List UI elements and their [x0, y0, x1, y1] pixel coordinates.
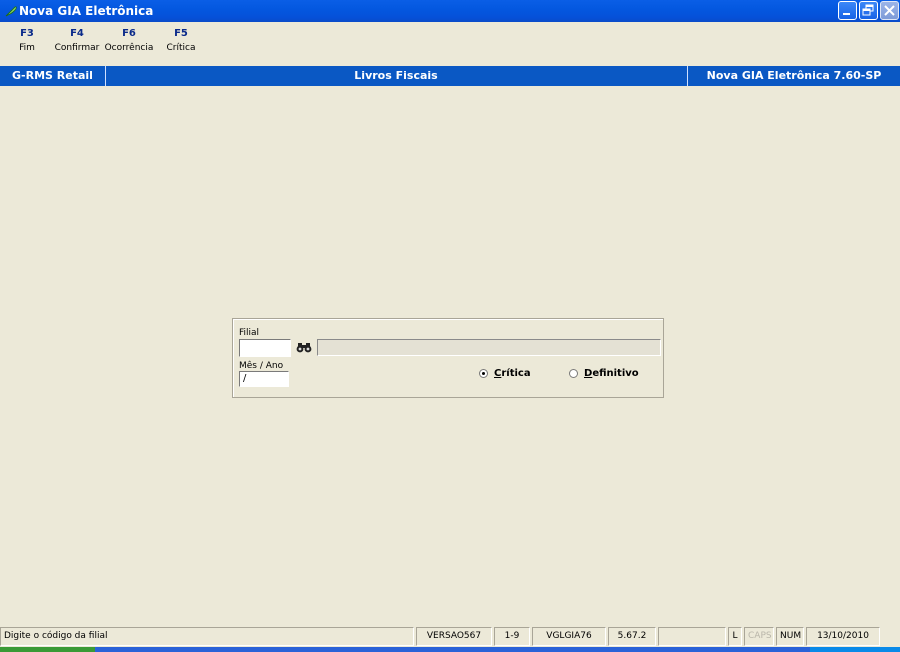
minimize-icon — [843, 13, 850, 15]
mes-ano-input[interactable]: / — [239, 371, 289, 387]
header-band: G-RMS Retail Livros Fiscais Nova GIA Ele… — [0, 66, 900, 86]
status-num: NUM — [776, 627, 804, 646]
status-version: VERSAO567 — [416, 627, 492, 646]
fkey-label: Ocorrência — [104, 43, 154, 53]
fkey-code: F5 — [174, 28, 188, 39]
radio-critica-label: Crítica — [494, 368, 531, 379]
filial-input[interactable] — [239, 339, 291, 357]
radio-definitivo[interactable]: Definitivo — [569, 368, 639, 379]
fkey-critica[interactable]: F5 Crítica — [164, 28, 198, 53]
status-message: Digite o código da filial — [0, 627, 414, 646]
radio-selected-icon — [479, 369, 488, 378]
radio-unselected-icon — [569, 369, 578, 378]
status-build: 5.67.2 — [608, 627, 656, 646]
fkey-label: Confirmar — [54, 43, 100, 53]
status-blank — [658, 627, 726, 646]
radio-critica[interactable]: Crítica — [479, 368, 531, 379]
header-program-version: Nova GIA Eletrônica 7.60-SP — [706, 69, 882, 82]
header-app-name: G-RMS Retail — [12, 69, 93, 82]
fkey-code: F3 — [20, 28, 34, 39]
form-panel: Filial Mês / Ano / Crítica Definitivo — [232, 318, 664, 398]
fkey-label: Crítica — [166, 43, 196, 53]
fkey-ocorrencia[interactable]: F6 Ocorrência — [104, 28, 154, 53]
status-range: 1-9 — [494, 627, 530, 646]
fkey-confirmar[interactable]: F4 Confirmar — [54, 28, 100, 53]
restore-icon — [862, 4, 874, 16]
taskbar-strip — [0, 647, 900, 652]
close-button[interactable] — [880, 1, 899, 20]
filial-label: Filial — [239, 328, 260, 338]
status-bar: Digite o código da filial VERSAO567 1-9 … — [0, 627, 900, 647]
mes-ano-label: Mês / Ano — [239, 361, 284, 371]
feather-icon — [4, 4, 18, 18]
search-filial-button[interactable] — [295, 339, 313, 356]
filial-description-field — [317, 339, 661, 356]
window-title: Nova GIA Eletrônica — [19, 4, 154, 18]
status-l: L — [728, 627, 742, 646]
status-date: 13/10/2010 — [806, 627, 880, 646]
restore-button[interactable] — [859, 1, 878, 20]
binoculars-icon — [295, 339, 313, 356]
status-program: VGLGIA76 — [532, 627, 606, 646]
minimize-button[interactable] — [838, 1, 857, 20]
fkey-code: F4 — [70, 28, 84, 39]
header-module-name: Livros Fiscais — [354, 69, 438, 82]
fkey-label: Fim — [19, 43, 35, 53]
radio-definitivo-label: Definitivo — [584, 368, 639, 379]
fkey-code: F6 — [122, 28, 136, 39]
fkey-fim[interactable]: F3 Fim — [14, 28, 40, 53]
status-caps: CAPS — [744, 627, 774, 646]
close-icon — [884, 5, 895, 16]
title-bar[interactable]: Nova GIA Eletrônica — [0, 0, 900, 22]
